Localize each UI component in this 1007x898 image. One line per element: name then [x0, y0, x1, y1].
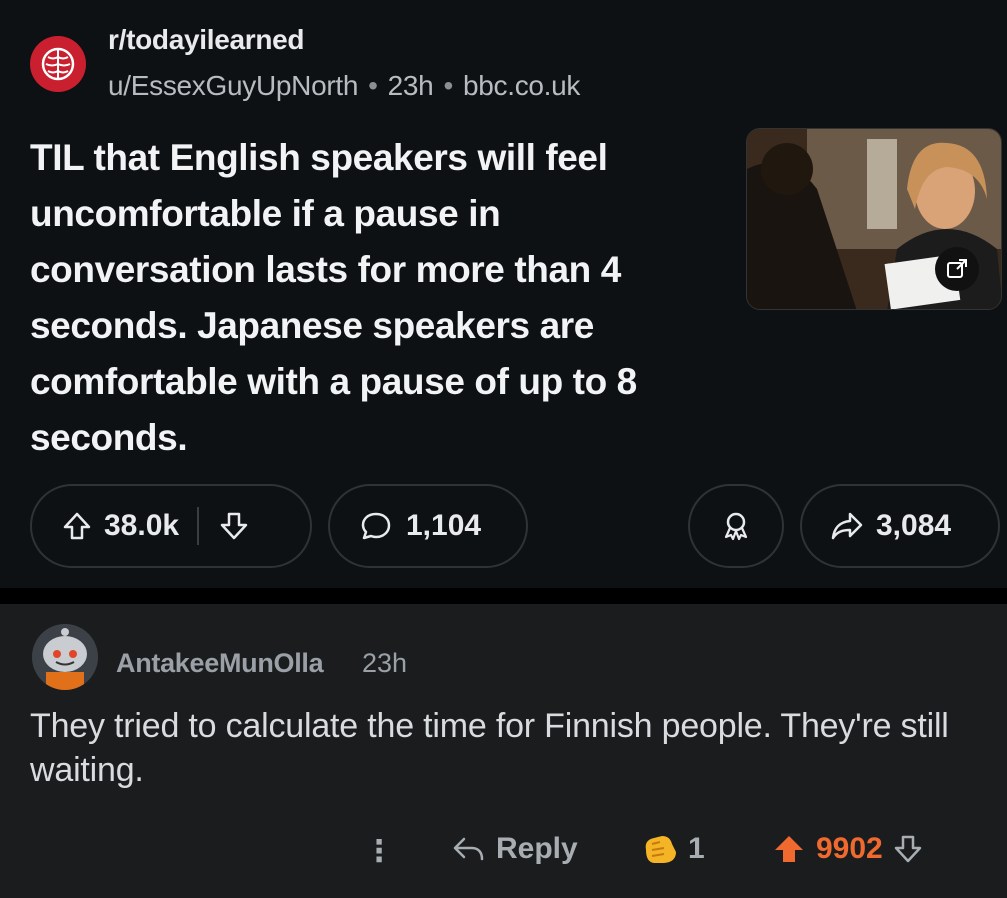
commenter-avatar[interactable]	[32, 624, 98, 690]
downvote-icon[interactable]	[893, 834, 923, 864]
external-link-icon	[947, 259, 967, 278]
reply-label: Reply	[496, 832, 578, 865]
comments-button[interactable]: 1,104	[328, 484, 528, 568]
upvote-icon[interactable]	[62, 511, 92, 541]
share-count: 3,084	[876, 509, 952, 542]
post-domain[interactable]: bbc.co.uk	[463, 70, 580, 102]
more-options-icon[interactable]: ⋮	[364, 834, 394, 869]
brain-icon	[41, 47, 75, 81]
separator-dot: •	[443, 70, 453, 101]
comment-body: They tried to calculate the time for Fin…	[30, 707, 949, 789]
reply-arrow-icon	[453, 837, 484, 861]
comment-age: 23h	[362, 648, 408, 678]
post-title[interactable]: TIL that English speakers will feel unco…	[30, 130, 690, 466]
comment-author[interactable]: AntakeeMunOlla	[116, 648, 324, 679]
upvote-filled-icon[interactable]	[772, 833, 806, 865]
helpful-award-icon	[645, 836, 676, 863]
comment-card: AntakeeMunOlla 23h They tried to calcula…	[0, 604, 1007, 898]
post-age: 23h	[387, 70, 434, 101]
comment-awards[interactable]: 1	[640, 832, 705, 866]
reply-button[interactable]: Reply	[452, 832, 578, 866]
share-arrow-icon	[831, 512, 863, 540]
post-author[interactable]: u/EssexGuyUpNorth	[108, 70, 358, 102]
vote-bar: 38.0k	[30, 484, 312, 568]
section-divider	[0, 588, 1007, 604]
subreddit-avatar[interactable]	[30, 36, 86, 92]
external-link-button[interactable]	[935, 247, 979, 291]
award-count: 1	[688, 832, 705, 865]
downvote-icon[interactable]	[219, 511, 249, 541]
comment-score: 9902	[816, 832, 883, 865]
post-meta: u/EssexGuyUpNorth • 23h • bbc.co.uk	[108, 70, 580, 102]
award-icon	[724, 512, 748, 541]
post-card: r/todayilearned u/EssexGuyUpNorth • 23h …	[0, 0, 1007, 588]
comment-count: 1,104	[406, 509, 482, 542]
comment-actions: ⋮ Reply 1 9902	[0, 830, 1007, 880]
share-button[interactable]: 3,084	[800, 484, 1000, 568]
snoo-avatar-icon	[32, 624, 98, 690]
comment-vote: 9902	[772, 832, 923, 866]
subreddit-name[interactable]: r/todayilearned	[108, 24, 305, 56]
upvote-count: 38.0k	[104, 509, 180, 542]
comment-bubble-icon	[361, 512, 391, 540]
vote-separator	[197, 507, 200, 545]
separator-dot: •	[368, 70, 378, 101]
award-button[interactable]	[688, 484, 784, 568]
post-thumbnail[interactable]	[746, 128, 1002, 310]
